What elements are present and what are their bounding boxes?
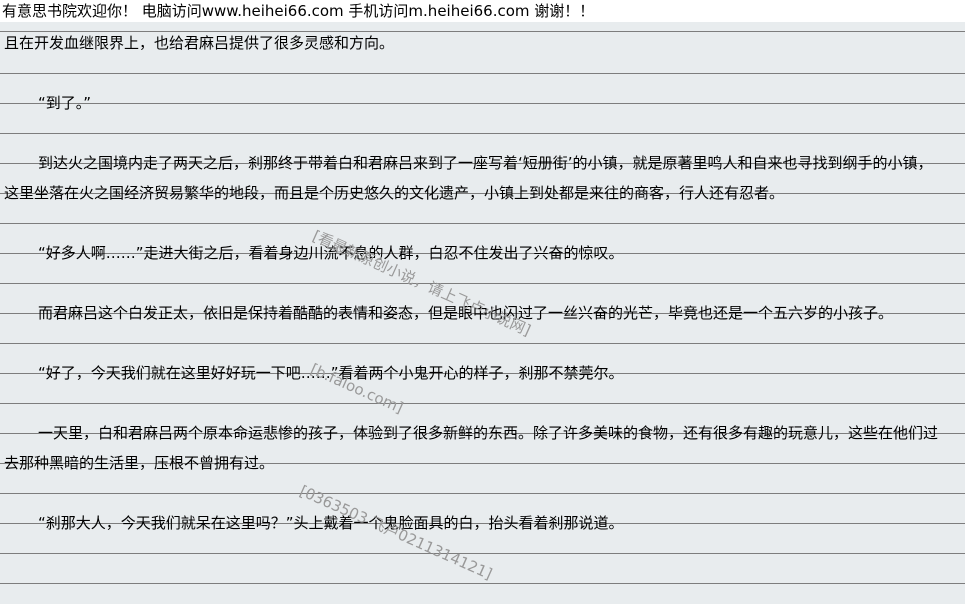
paragraph: “好多人啊……”走进大街之后，看着身边川流不息的人群，白忍不住发出了兴奋的惊叹。	[38, 244, 624, 262]
paragraph: 到达火之国境内走了两天之后，刹那终于带着白和君麻吕来到了一座写着‘短册街’的小镇…	[4, 154, 933, 202]
paragraph: “好了，今天我们就在这里好好玩一下吧……”看着两个小鬼开心的样子，刹那不禁莞尔。	[38, 364, 624, 382]
chapter-text: 且在开发血继限界上，也给君麻吕提供了很多灵感和方向。 “到了。” 到达火之国境内…	[4, 28, 946, 538]
site-banner: 有意思书院欢迎你！ 电脑访问www.heihei66.com 手机访问m.hei…	[0, 0, 965, 22]
paragraph: 且在开发血继限界上，也给君麻吕提供了很多灵感和方向。	[4, 34, 395, 52]
paragraph: “刹那大人，今天我们就呆在这里吗？”头上戴着一个鬼脸面具的白，抬头看着刹那说道。	[38, 514, 624, 532]
paragraph: “到了。”	[38, 94, 92, 112]
paragraph: 一天里，白和君麻吕两个原本命运悲惨的孩子，体验到了很多新鲜的东西。除了许多美味的…	[4, 424, 939, 472]
